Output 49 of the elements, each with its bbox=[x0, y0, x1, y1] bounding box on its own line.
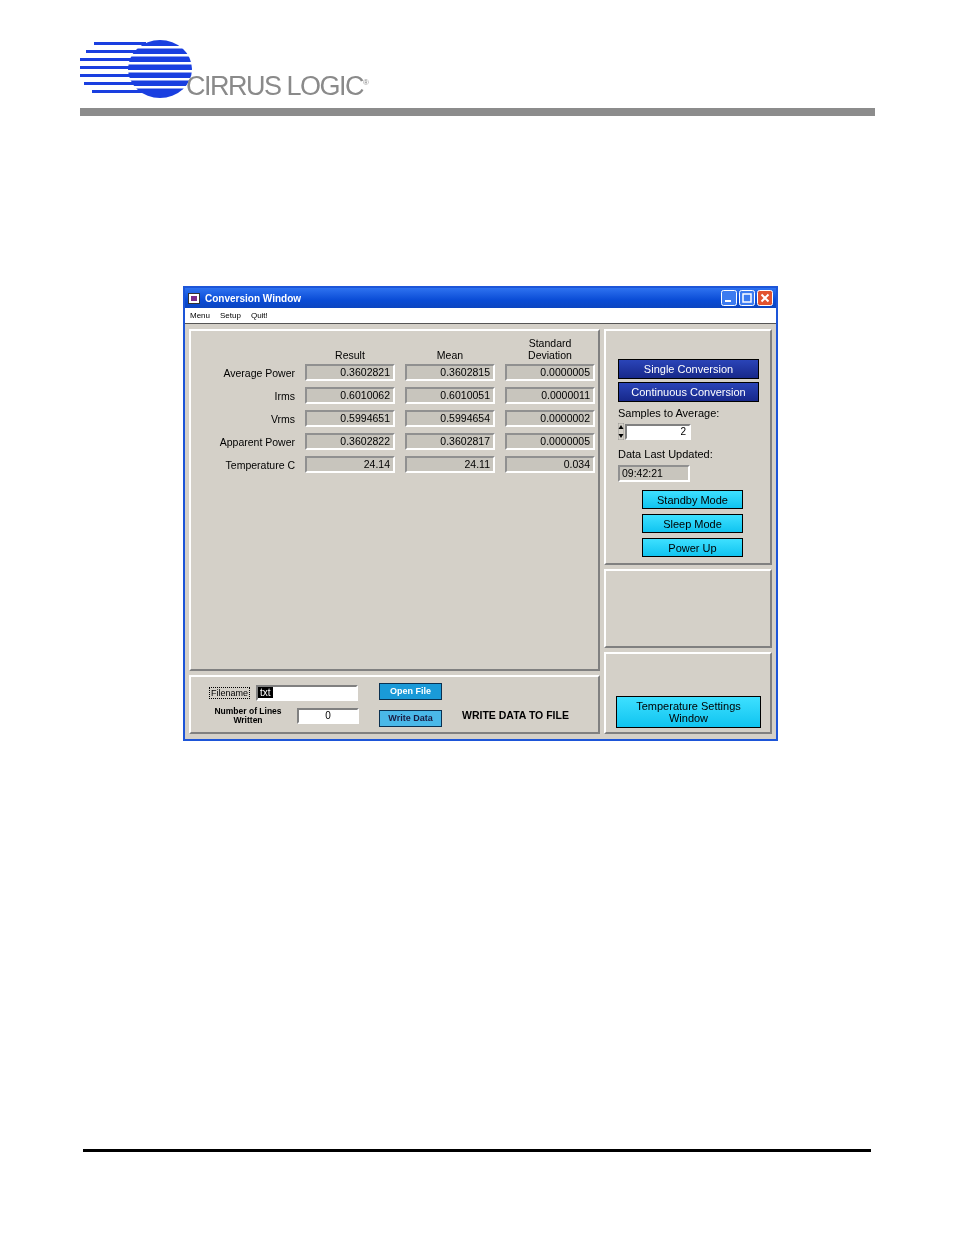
window-icon bbox=[188, 292, 200, 304]
value-display: 0.0000005 bbox=[505, 364, 595, 381]
conversion-button[interactable]: Single Conversion bbox=[618, 359, 759, 379]
filename-field[interactable]: txt bbox=[256, 684, 358, 701]
value-display: 0.3602821 bbox=[305, 364, 395, 381]
mode-button[interactable]: Power Up bbox=[642, 538, 743, 557]
column-header: Standard Deviation bbox=[527, 337, 573, 361]
value-display: 0.5994651 bbox=[305, 410, 395, 427]
value-display: 0.0000002 bbox=[505, 410, 595, 427]
updated-label: Data Last Updated: bbox=[618, 448, 713, 460]
value-display: 0.0000005 bbox=[505, 433, 595, 450]
row-label: Irms bbox=[273, 389, 295, 402]
row-label: Temperature C bbox=[224, 458, 295, 471]
value-display: 24.11 bbox=[405, 456, 495, 473]
logo-wordmark: CIRRUS LOGIC$^{®}$ bbox=[186, 71, 368, 102]
column-header: Mean bbox=[435, 349, 465, 361]
filename-label: Filename bbox=[209, 686, 250, 699]
samples-field[interactable]: 2 bbox=[625, 423, 691, 440]
lines-written-label: Number of Lines Written bbox=[213, 706, 283, 725]
temperature-settings-button[interactable]: Temperature Settings Window bbox=[616, 696, 761, 728]
row-label: Average Power bbox=[222, 366, 295, 379]
value-display: 0.6010051 bbox=[405, 387, 495, 404]
value-display: 0.3602817 bbox=[405, 433, 495, 450]
maximize-icon[interactable] bbox=[739, 290, 755, 306]
lines-written-field: 0 bbox=[297, 707, 359, 724]
window-title: Conversion Window bbox=[205, 292, 302, 304]
row-label: Apparent Power bbox=[218, 435, 295, 448]
menu-item[interactable]: Setup bbox=[220, 311, 241, 320]
minimize-icon[interactable] bbox=[721, 290, 737, 306]
row-label: Vrms bbox=[269, 412, 295, 425]
column-header: Result bbox=[334, 349, 366, 361]
mode-button[interactable]: Sleep Mode bbox=[642, 514, 743, 533]
menu-item[interactable]: Quit! bbox=[250, 311, 268, 320]
spinner-icon[interactable] bbox=[618, 423, 624, 440]
value-display: 0.5994654 bbox=[405, 410, 495, 427]
menu-item[interactable]: Menu bbox=[190, 311, 210, 320]
value-display: 0.034 bbox=[505, 456, 595, 473]
value-display: 24.14 bbox=[305, 456, 395, 473]
updated-time-display: 09:42:21 bbox=[618, 465, 690, 482]
close-icon[interactable] bbox=[757, 290, 773, 306]
conversion-button[interactable]: Continuous Conversion bbox=[618, 382, 759, 402]
samples-label: Samples to Average: bbox=[618, 407, 720, 419]
value-display: 0.3602815 bbox=[405, 364, 495, 381]
value-display: 0.0000011 bbox=[505, 387, 595, 404]
value-display: 0.6010062 bbox=[305, 387, 395, 404]
write-status-text: WRITE DATA TO FILE bbox=[462, 708, 569, 721]
mode-button[interactable]: Standby Mode bbox=[642, 490, 743, 509]
write-data-button[interactable]: Write Data bbox=[379, 709, 442, 727]
value-display: 0.3602822 bbox=[305, 433, 395, 450]
